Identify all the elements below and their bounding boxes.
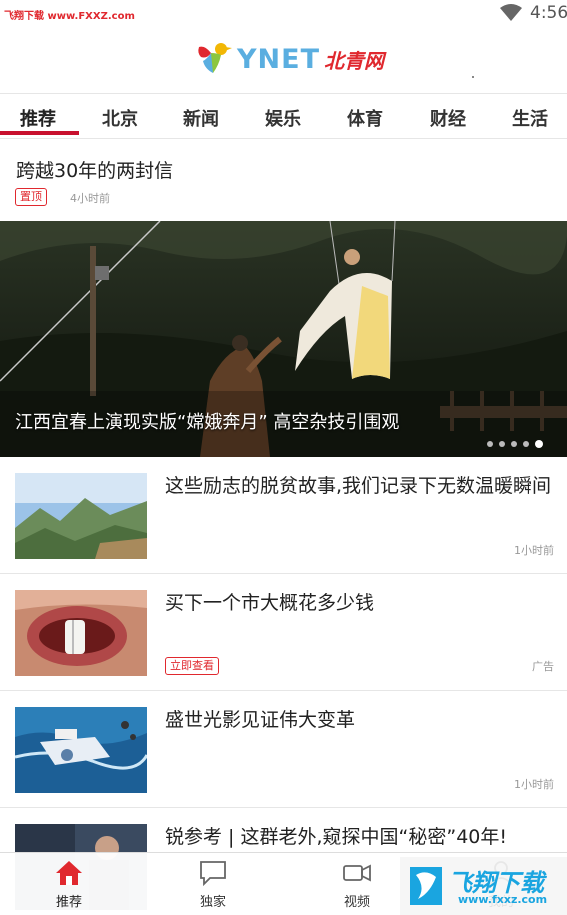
ad-label: 广告 (532, 660, 554, 673)
wifi-icon (500, 4, 522, 21)
carousel-dot[interactable] (523, 441, 529, 447)
carousel-indicator (487, 440, 543, 448)
hero-caption: 江西宜春上演现实版“嫦娥奔月” 高空杂技引围观 (15, 412, 400, 433)
news-title: 这些励志的脱贫故事,我们记录下无数温暖瞬间 (165, 475, 552, 497)
tab-entertainment[interactable]: 娱乐 (253, 105, 313, 131)
ad-title: 买下一个市大概花多少钱 (165, 592, 375, 614)
decorative-dot (472, 76, 474, 78)
tab-finance[interactable]: 财经 (418, 105, 478, 131)
news-time: 1小时前 (514, 778, 554, 791)
home-icon (56, 861, 82, 885)
news-title: 盛世光影见证伟大变革 (165, 709, 356, 731)
watermark-url: www.fxxz.com (458, 893, 548, 906)
ad-item[interactable]: 买下一个市大概花多少钱 立即查看 广告 (0, 575, 567, 691)
nav-recommend[interactable]: 推荐 (29, 859, 109, 910)
pinned-headline[interactable]: 跨越30年的两封信 置顶 4小时前 (0, 140, 567, 221)
tab-beijing[interactable]: 北京 (90, 105, 150, 131)
carousel-dot[interactable] (499, 441, 505, 447)
watermark-logo-icon (410, 867, 442, 905)
app-header: YNET 北青网 (0, 28, 567, 94)
watermark-overlay: 飞翔下载 www.fxxz.com (400, 857, 567, 915)
logo-chinese: 北青网 (324, 48, 385, 73)
tab-recommend[interactable]: 推荐 (8, 105, 68, 131)
chat-icon (200, 861, 226, 887)
news-time: 1小时前 (514, 544, 554, 557)
tab-news[interactable]: 新闻 (171, 105, 231, 131)
carousel-dot-active[interactable] (535, 440, 543, 448)
nav-label: 独家 (199, 895, 226, 910)
nav-exclusive[interactable]: 独家 (173, 859, 253, 910)
news-item[interactable]: 盛世光影见证伟大变革 1小时前 (0, 692, 567, 808)
tab-sports[interactable]: 体育 (335, 105, 395, 131)
active-tab-indicator (0, 131, 79, 135)
status-bar: 飞翔下载 www.FXXZ.com 4:56 (0, 0, 567, 28)
nav-label: 视频 (343, 895, 370, 910)
news-item[interactable]: 这些励志的脱贫故事,我们记录下无数温暖瞬间 1小时前 (0, 458, 567, 574)
news-title: 锐参考 | 这群老外,窥探中国“秘密”40年! (165, 826, 508, 848)
status-clock: 4:56 (530, 3, 567, 23)
nav-label: 推荐 (55, 895, 82, 910)
ad-thumbnail (15, 590, 147, 676)
news-thumbnail (15, 707, 147, 793)
pinned-badge: 置顶 (15, 188, 47, 206)
video-icon (343, 864, 371, 882)
headline-title: 跨越30年的两封信 (16, 160, 174, 182)
logo-wordmark: YNET (237, 43, 321, 75)
watermark-text: 飞翔下载 www.FXXZ.com (4, 11, 135, 22)
headline-time: 4小时前 (70, 192, 110, 205)
carousel-dot[interactable] (511, 441, 517, 447)
view-now-button[interactable]: 立即查看 (165, 657, 219, 675)
bird-logo-icon (198, 43, 232, 73)
nav-video[interactable]: 视频 (317, 859, 397, 910)
category-tabs: 推荐 北京 新闻 娱乐 体育 财经 生活 (0, 95, 567, 139)
carousel-dot[interactable] (487, 441, 493, 447)
ynet-logo: YNET 北青网 (195, 39, 384, 79)
news-thumbnail (15, 473, 147, 559)
tab-life[interactable]: 生活 (500, 105, 560, 131)
